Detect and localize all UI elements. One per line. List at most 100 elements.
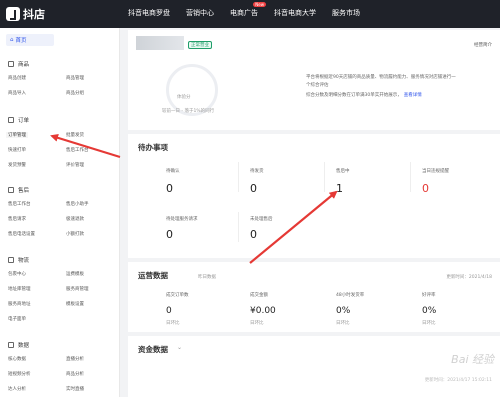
score-description-line-3: 综合分数及明细分数在订单满30单实开始展示， 查看详情 xyxy=(306,92,422,98)
sidebar-item-order-manage[interactable]: 订单管理 xyxy=(6,132,28,138)
sidebar-item-ship-warning[interactable]: 发货预警 xyxy=(8,162,26,168)
ops-update-time: 更新时间：2021/4/18 xyxy=(446,275,492,280)
metric-sub-ship-rate: 日环比 xyxy=(336,321,350,326)
todo-label-violation[interactable]: 当日违规提醒 xyxy=(422,168,449,174)
sidebar-item-product-create[interactable]: 商品创建 xyxy=(8,75,26,81)
view-details-link[interactable]: 查看详情 xyxy=(404,93,422,98)
order-icon xyxy=(8,117,14,123)
sidebar-item-provider-address[interactable]: 服务商地址 xyxy=(8,301,31,307)
app-logo-text: 抖店 xyxy=(23,8,45,21)
sidebar-item-e-waybill[interactable]: 电子面单 xyxy=(8,316,26,322)
sidebar-item-review-manage[interactable]: 评价管理 xyxy=(66,162,84,168)
metric-label-positive-rate: 好评率 xyxy=(422,293,436,298)
sidebar-item-address-book[interactable]: 地址库管理 xyxy=(8,286,31,292)
sidebar-home-label: 首页 xyxy=(15,38,27,44)
chevron-down-icon[interactable]: ⌄ xyxy=(177,344,182,351)
todo-value-pending-ship[interactable]: 0 xyxy=(250,182,257,195)
todo-label-service-request[interactable]: 待处理服务请求 xyxy=(166,216,198,222)
nav-item-university[interactable]: 抖音电商大学 xyxy=(274,8,316,18)
sidebar-item-fast-refund[interactable]: 极速退款 xyxy=(66,216,84,222)
nav-item-ads-label: 电商广告 xyxy=(230,9,258,17)
sidebar-item-product-group[interactable]: 商品分组 xyxy=(66,90,84,96)
funds-title: 资金数据 xyxy=(138,345,168,354)
sidebar-group-data[interactable]: 数据 xyxy=(8,341,29,349)
divider xyxy=(324,162,325,192)
score-description-text: 综合分数及明细分数在订单满30单实开始展示， xyxy=(306,93,402,98)
watermark-baidu: Bai 经验 xyxy=(451,353,494,366)
nav-item-service-market[interactable]: 服务市场 xyxy=(332,8,360,18)
sidebar-item-provider-manage[interactable]: 服务商管理 xyxy=(66,286,89,292)
metric-sub-orders: 日环比 xyxy=(166,321,180,326)
metric-sub-gmv: 日环比 xyxy=(250,321,264,326)
sidebar-item-home[interactable]: ⌂ 首页 xyxy=(6,34,54,46)
todo-value-unprocessed-aftersale[interactable]: 0 xyxy=(250,228,257,241)
sidebar-item-live-analysis[interactable]: 直播分析 xyxy=(66,356,84,362)
todo-label-unprocessed-aftersale[interactable]: 未处理售后 xyxy=(250,216,273,222)
gauge-caption: 较前一日 - 落于1%的同行 xyxy=(162,109,215,114)
sidebar-item-realtime-live[interactable]: 实时直播 xyxy=(66,386,84,392)
sidebar-item-batch-ship[interactable]: 批量发货 xyxy=(66,132,84,138)
metric-value-gmv: ¥0.00 xyxy=(250,306,276,316)
nav-item-marketing[interactable]: 营销中心 xyxy=(186,8,214,18)
todo-card: 待办事项 待确认 0 待发货 0 售后中 1 当日违规提醒 0 待处理服务请求 … xyxy=(128,134,500,258)
metric-value-orders: 0 xyxy=(166,306,172,316)
sidebar-item-quick-print[interactable]: 快速打单 xyxy=(8,147,26,153)
business-intro-link[interactable]: 经营简介 xyxy=(474,42,492,48)
funds-data-card: 资金数据 ⌄ xyxy=(128,336,500,397)
divider xyxy=(238,212,239,242)
sidebar-group-logistics[interactable]: 物流 xyxy=(8,256,29,264)
product-icon xyxy=(8,61,14,67)
ops-title: 运营数据 xyxy=(138,271,168,280)
sidebar-item-core-data[interactable]: 核心数据 xyxy=(8,356,26,362)
todo-value-service-request[interactable]: 0 xyxy=(166,228,173,241)
aftersale-icon xyxy=(8,187,14,193)
home-icon: ⌂ xyxy=(10,37,14,43)
divider xyxy=(410,162,411,192)
group-label: 物流 xyxy=(18,258,30,264)
todo-label-aftersale[interactable]: 售后中 xyxy=(336,168,350,174)
douyin-logo-icon xyxy=(6,7,20,21)
sidebar-item-product-analysis[interactable]: 商品分析 xyxy=(66,371,84,377)
sidebar: ⌂ 首页 商品 商品创建 商品管理 商品导入 商品分组 订单 订单管理 批量发货… xyxy=(0,28,120,397)
sidebar-item-aftersale-phone[interactable]: 售后电话设置 xyxy=(8,231,35,237)
sidebar-group-aftersale[interactable]: 售后 xyxy=(8,186,29,194)
todo-value-aftersale[interactable]: 1 xyxy=(336,182,343,195)
shop-summary-card: 正常营业 经营简介 体验分 较前一日 - 落于1%的同行 平台将根据近90天店铺… xyxy=(128,30,500,130)
top-bar: 抖店 抖音电商罗盘 营销中心 电商广告 New 抖音电商大学 服务市场 xyxy=(0,0,500,28)
group-label: 数据 xyxy=(18,343,30,349)
sidebar-item-aftersale-request[interactable]: 售后请求 xyxy=(8,216,26,222)
data-icon xyxy=(8,342,14,348)
top-nav: 抖音电商罗盘 营销中心 电商广告 New 抖音电商大学 服务市场 xyxy=(128,2,376,18)
sidebar-item-aftersale-workbench[interactable]: 售后工作台 xyxy=(66,147,89,153)
ops-subtitle: 昨日数据 xyxy=(198,275,216,280)
sidebar-item-product-manage[interactable]: 商品管理 xyxy=(66,75,84,81)
nav-item-ads[interactable]: 电商广告 New xyxy=(230,2,266,18)
sidebar-item-aftersale-helper[interactable]: 售后小助手 xyxy=(66,201,89,207)
logistics-icon xyxy=(8,257,14,263)
metric-label-orders: 成交订单数 xyxy=(166,293,189,298)
sidebar-group-products[interactable]: 商品 xyxy=(8,60,29,68)
sidebar-item-freight-template[interactable]: 运费模板 xyxy=(66,271,84,277)
sidebar-item-small-payment[interactable]: 小额打款 xyxy=(66,231,84,237)
watermark-time: 更新时间：2021/4/17 15:02:11 xyxy=(424,378,492,383)
todo-label-pending-ship[interactable]: 待发货 xyxy=(250,168,264,174)
sidebar-item-video-analysis[interactable]: 短视频分析 xyxy=(8,371,31,377)
todo-value-violation[interactable]: 0 xyxy=(422,182,429,195)
app-logo[interactable]: 抖店 xyxy=(6,6,45,22)
todo-label-pending-confirm[interactable]: 待确认 xyxy=(166,168,180,174)
sidebar-item-talent-analysis[interactable]: 达人分析 xyxy=(8,386,26,392)
sidebar-item-product-import[interactable]: 商品导入 xyxy=(8,90,26,96)
metric-label-ship-rate: 48小时发货率 xyxy=(336,293,365,298)
sidebar-item-template-settings[interactable]: 模板设置 xyxy=(66,301,84,307)
gauge-label: 体验分 xyxy=(177,95,191,100)
group-label: 订单 xyxy=(18,118,30,124)
group-label: 售后 xyxy=(18,188,30,194)
sidebar-group-orders[interactable]: 订单 xyxy=(8,116,29,124)
nav-item-compass[interactable]: 抖音电商罗盘 xyxy=(128,8,170,18)
new-badge: New xyxy=(253,2,266,7)
sidebar-item-aftersale-workbench-2[interactable]: 售后工作台 xyxy=(8,201,31,207)
sidebar-item-package-center[interactable]: 包裹中心 xyxy=(8,271,26,277)
score-description-line-1: 平台将根据近90天店铺的商品质量、物流履约能力、服务情况对店铺进行一 xyxy=(306,75,456,80)
todo-value-pending-confirm[interactable]: 0 xyxy=(166,182,173,195)
operations-data-card: 运营数据 昨日数据 更新时间：2021/4/18 成交订单数 0 日环比 成交金… xyxy=(128,262,500,332)
